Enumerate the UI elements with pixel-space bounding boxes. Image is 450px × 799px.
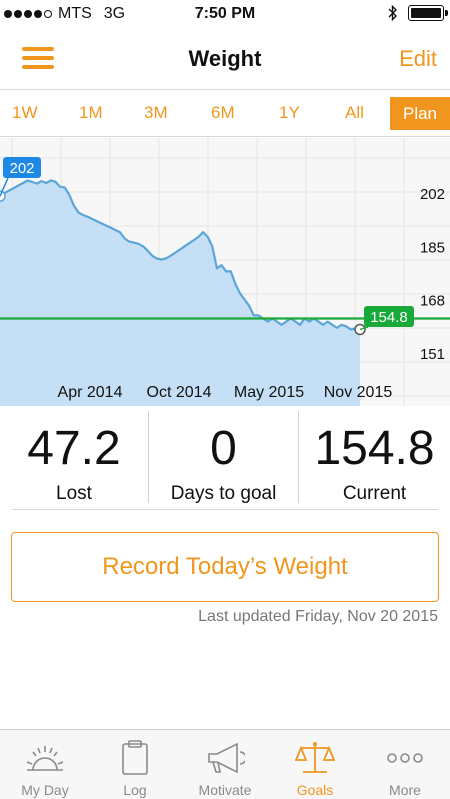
x-tick-label: Nov 2015 (324, 384, 393, 401)
weight-chart-svg: 202 185 168 151 Apr 2014 Oct 2014 May 2015 Nov … (0, 138, 450, 406)
range-tab-1y[interactable]: 1Y (279, 103, 300, 123)
status-time: 7:50 PM (194, 5, 256, 22)
range-tab-plan[interactable]: Plan (390, 97, 450, 130)
stat-days-to-goal: 0 Days to goal (149, 407, 298, 507)
tab-motivate[interactable]: Motivate (180, 730, 270, 799)
sunrise-icon (26, 746, 64, 771)
range-tab-all[interactable]: All (345, 103, 364, 123)
tab-my-day-label: My Day (21, 782, 69, 798)
tab-log-label: Log (123, 782, 147, 798)
last-updated-text: Last updated Friday, Nov 20 2015 (198, 608, 438, 625)
record-weight-button[interactable]: Record Today’s Weight (11, 532, 439, 602)
page-title: Weight (188, 46, 262, 71)
x-tick-label: Oct 2014 (147, 384, 212, 401)
stat-days-label: Days to goal (170, 483, 277, 504)
range-tabs: 1W 1M 3M 6M 1Y All Plan (0, 91, 450, 137)
bluetooth-icon (388, 4, 397, 22)
x-tick-label: Apr 2014 (58, 384, 123, 401)
range-tab-3m[interactable]: 3M (144, 103, 168, 123)
tab-more-label: More (389, 782, 421, 798)
range-tab-1w[interactable]: 1W (12, 103, 38, 123)
nav-bar: Weight Edit (0, 30, 450, 90)
stat-lost: 47.2 Lost (0, 407, 148, 507)
range-tab-6m[interactable]: 6M (211, 103, 235, 123)
stat-current: 154.8 Current (299, 407, 450, 507)
megaphone-icon (208, 742, 245, 774)
goal-label: 154.8 (370, 309, 408, 326)
battery-icon (408, 5, 448, 21)
x-tick-label: May 2015 (234, 384, 304, 401)
tab-goals[interactable]: Goals (270, 730, 360, 799)
scale-icon (295, 742, 335, 773)
stats-row: 47.2 Lost 0 Days to goal 154.8 Current (0, 407, 450, 507)
range-tab-1m[interactable]: 1M (79, 103, 103, 123)
stat-current-value: 154.8 (314, 422, 435, 475)
tab-motivate-label: Motivate (198, 782, 252, 798)
y-tick-label: 168 (420, 293, 445, 310)
stat-lost-value: 47.2 (27, 422, 121, 475)
y-tick-label: 151 (420, 346, 445, 363)
tab-log[interactable]: Log (90, 730, 180, 799)
tab-my-day[interactable]: My Day (0, 730, 90, 799)
more-icon (387, 753, 423, 763)
divider (12, 509, 438, 510)
status-right (388, 4, 448, 22)
start-label: 202 (9, 160, 34, 177)
stat-days-value: 0 (210, 422, 237, 475)
tab-bar: My Day Log Motivate Goals More (0, 729, 450, 799)
stat-current-label: Current (342, 483, 407, 504)
y-tick-label: 202 (420, 186, 445, 203)
stat-lost-label: Lost (56, 483, 92, 504)
y-tick-label: 185 (420, 239, 445, 256)
tab-more[interactable]: More (360, 730, 450, 799)
edit-button[interactable]: Edit (399, 46, 437, 72)
weight-chart[interactable]: 202 185 168 151 Apr 2014 Oct 2014 May 2015 Nov … (0, 138, 450, 406)
tab-goals-label: Goals (296, 782, 334, 798)
clipboard-icon (122, 740, 148, 775)
status-bar: MTS 3G 7:50 PM (0, 0, 450, 30)
